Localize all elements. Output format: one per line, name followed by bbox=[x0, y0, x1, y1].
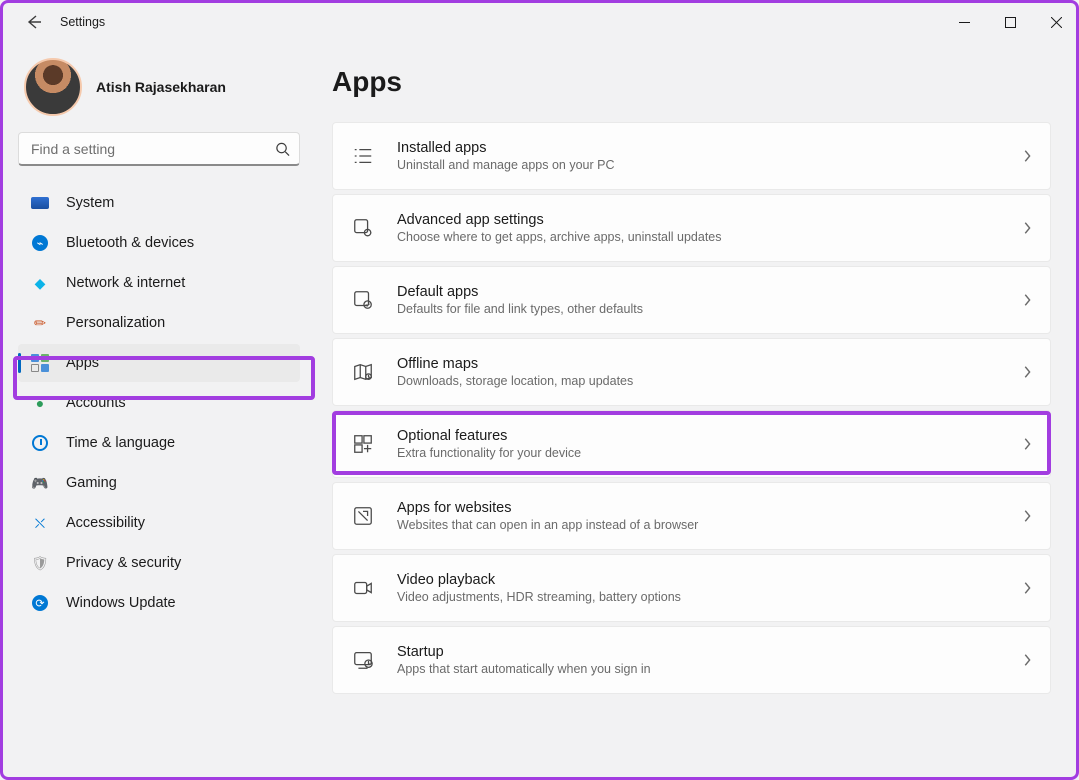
chevron-right-icon bbox=[1022, 653, 1032, 667]
sidebar-item-accounts[interactable]: ● Accounts bbox=[18, 384, 300, 422]
sidebar-item-label: Personalization bbox=[66, 315, 165, 331]
card-video-playback[interactable]: Video playback Video adjustments, HDR st… bbox=[332, 554, 1051, 622]
wifi-icon: ◆ bbox=[30, 273, 50, 293]
card-title: Video playback bbox=[397, 572, 1010, 588]
card-title: Startup bbox=[397, 644, 1010, 660]
sidebar-item-bluetooth-devices[interactable]: ⌁ Bluetooth & devices bbox=[18, 224, 300, 262]
card-subtitle: Defaults for file and link types, other … bbox=[397, 302, 1010, 316]
sidebar-item-label: Windows Update bbox=[66, 595, 176, 611]
minimize-icon bbox=[959, 17, 970, 28]
card-subtitle: Choose where to get apps, archive apps, … bbox=[397, 230, 1010, 244]
card-advanced-app-settings[interactable]: Advanced app settings Choose where to ge… bbox=[332, 194, 1051, 262]
nav: System ⌁ Bluetooth & devices ◆ Network &… bbox=[18, 184, 300, 622]
page-title: Apps bbox=[332, 66, 1051, 98]
sidebar-item-label: Accessibility bbox=[66, 515, 145, 531]
apps-icon bbox=[30, 353, 50, 373]
card-title: Advanced app settings bbox=[397, 212, 1010, 228]
search-icon bbox=[275, 142, 290, 157]
card-default-apps[interactable]: Default apps Defaults for file and link … bbox=[332, 266, 1051, 334]
sidebar-item-personalization[interactable]: ✎ Personalization bbox=[18, 304, 300, 342]
close-icon bbox=[1051, 17, 1062, 28]
maximize-button[interactable] bbox=[987, 0, 1033, 44]
video-icon bbox=[351, 576, 375, 600]
update-icon: ⟳ bbox=[30, 593, 50, 613]
sidebar-item-label: Network & internet bbox=[66, 275, 185, 291]
sidebar-item-network-internet[interactable]: ◆ Network & internet bbox=[18, 264, 300, 302]
card-subtitle: Uninstall and manage apps on your PC bbox=[397, 158, 1010, 172]
chevron-right-icon bbox=[1022, 149, 1032, 163]
card-subtitle: Extra functionality for your device bbox=[397, 446, 1010, 460]
chevron-right-icon bbox=[1022, 509, 1032, 523]
sidebar-item-privacy-security[interactable]: 🛡 Privacy & security bbox=[18, 544, 300, 582]
card-title: Installed apps bbox=[397, 140, 1010, 156]
accessibility-icon: ⛌ bbox=[30, 513, 50, 533]
sidebar-item-label: Apps bbox=[66, 355, 99, 371]
close-button[interactable] bbox=[1033, 0, 1079, 44]
user-profile[interactable]: Atish Rajasekharan bbox=[18, 58, 300, 116]
card-apps-for-websites[interactable]: Apps for websites Websites that can open… bbox=[332, 482, 1051, 550]
user-name: Atish Rajasekharan bbox=[96, 79, 226, 95]
chevron-right-icon bbox=[1022, 293, 1032, 307]
user-meta: Atish Rajasekharan bbox=[96, 79, 226, 95]
chevron-right-icon bbox=[1022, 581, 1032, 595]
card-subtitle: Video adjustments, HDR streaming, batter… bbox=[397, 590, 1010, 604]
card-optional-features[interactable]: Optional features Extra functionality fo… bbox=[332, 410, 1051, 478]
search bbox=[18, 132, 300, 166]
titlebar: Settings bbox=[0, 0, 1079, 44]
apps-websites-icon bbox=[351, 504, 375, 528]
installed-apps-icon bbox=[351, 144, 375, 168]
chevron-right-icon bbox=[1022, 221, 1032, 235]
paintbrush-icon: ✎ bbox=[26, 309, 54, 337]
sidebar-item-time-language[interactable]: Time & language bbox=[18, 424, 300, 462]
main-content: Apps Installed apps Uninstall and manage… bbox=[318, 44, 1079, 780]
sidebar-item-label: Bluetooth & devices bbox=[66, 235, 194, 251]
card-subtitle: Apps that start automatically when you s… bbox=[397, 662, 1010, 676]
sidebar-item-label: Privacy & security bbox=[66, 555, 181, 571]
sidebar-item-windows-update[interactable]: ⟳ Windows Update bbox=[18, 584, 300, 622]
card-title: Default apps bbox=[397, 284, 1010, 300]
card-offline-maps[interactable]: Offline maps Downloads, storage location… bbox=[332, 338, 1051, 406]
card-title: Optional features bbox=[397, 428, 1010, 444]
minimize-button[interactable] bbox=[941, 0, 987, 44]
optional-features-icon bbox=[351, 432, 375, 456]
settings-list: Installed apps Uninstall and manage apps… bbox=[332, 122, 1051, 694]
window-controls bbox=[941, 0, 1079, 44]
startup-icon bbox=[351, 648, 375, 672]
card-installed-apps[interactable]: Installed apps Uninstall and manage apps… bbox=[332, 122, 1051, 190]
avatar bbox=[24, 58, 82, 116]
chevron-right-icon bbox=[1022, 365, 1032, 379]
shield-icon: 🛡 bbox=[30, 553, 50, 573]
clock-icon bbox=[30, 433, 50, 453]
card-subtitle: Websites that can open in an app instead… bbox=[397, 518, 1010, 532]
card-title: Offline maps bbox=[397, 356, 1010, 372]
card-startup[interactable]: Startup Apps that start automatically wh… bbox=[332, 626, 1051, 694]
arrow-left-icon bbox=[26, 14, 42, 30]
sidebar-item-apps[interactable]: Apps bbox=[18, 344, 300, 382]
sidebar-item-label: System bbox=[66, 195, 114, 211]
sidebar-item-label: Accounts bbox=[66, 395, 126, 411]
default-apps-icon bbox=[351, 288, 375, 312]
search-input[interactable] bbox=[18, 132, 300, 166]
gamepad-icon: 🎮 bbox=[30, 473, 50, 493]
card-title: Apps for websites bbox=[397, 500, 1010, 516]
maximize-icon bbox=[1005, 17, 1016, 28]
chevron-right-icon bbox=[1022, 437, 1032, 451]
advanced-settings-icon bbox=[351, 216, 375, 240]
sidebar-item-label: Time & language bbox=[66, 435, 175, 451]
person-icon: ● bbox=[30, 393, 50, 413]
system-icon bbox=[30, 193, 50, 213]
back-button[interactable] bbox=[24, 12, 44, 32]
card-subtitle: Downloads, storage location, map updates bbox=[397, 374, 1010, 388]
app-title: Settings bbox=[60, 15, 105, 29]
sidebar-item-gaming[interactable]: 🎮 Gaming bbox=[18, 464, 300, 502]
bluetooth-icon: ⌁ bbox=[30, 233, 50, 253]
sidebar: Atish Rajasekharan System ⌁ Bluetooth & … bbox=[0, 44, 318, 780]
sidebar-item-accessibility[interactable]: ⛌ Accessibility bbox=[18, 504, 300, 542]
map-icon bbox=[351, 360, 375, 384]
sidebar-item-system[interactable]: System bbox=[18, 184, 300, 222]
sidebar-item-label: Gaming bbox=[66, 475, 117, 491]
